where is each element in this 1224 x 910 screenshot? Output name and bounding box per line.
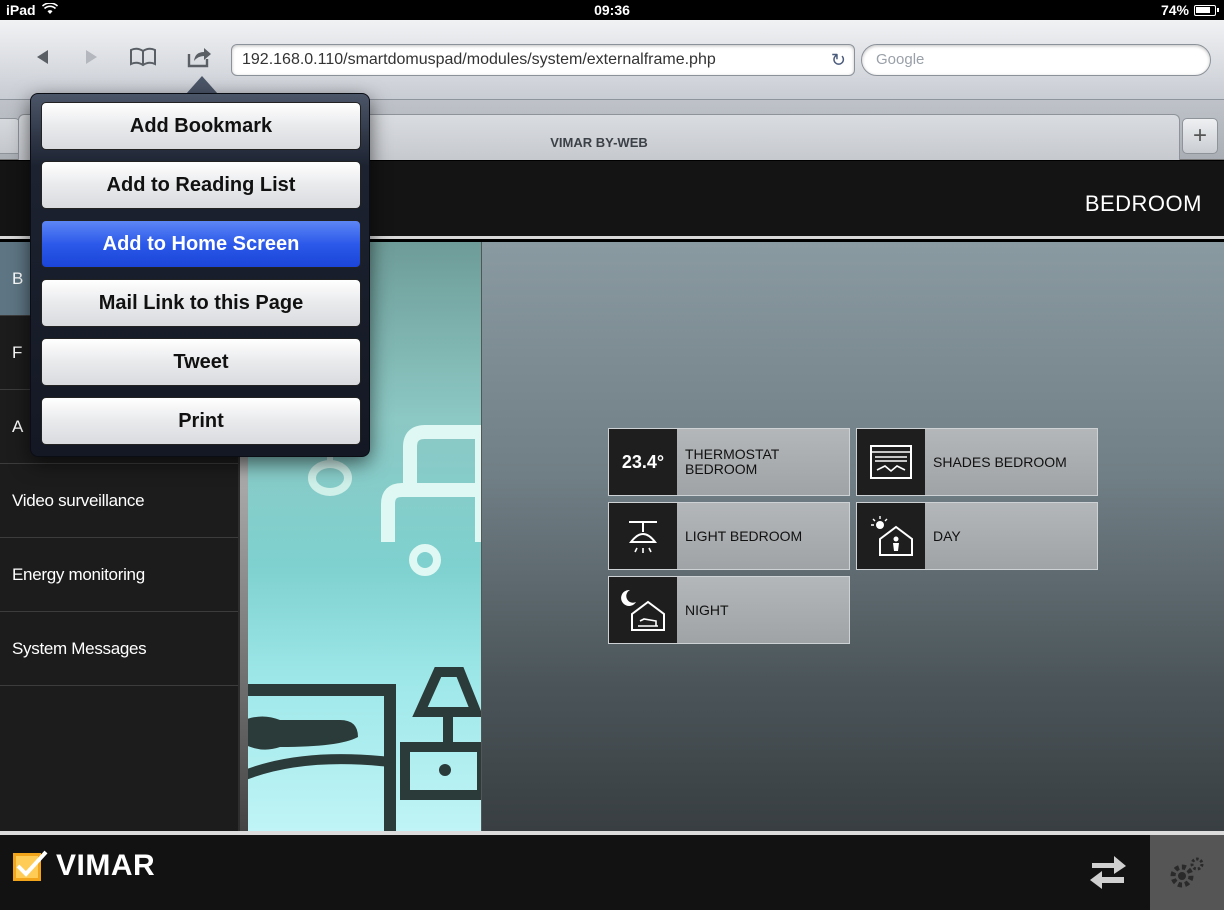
browser-toolbar: 192.168.0.110/smartdomuspad/modules/syst… bbox=[0, 20, 1224, 100]
shades-icon bbox=[857, 429, 925, 495]
sidebar-item-label: A bbox=[12, 416, 24, 436]
shades-tile[interactable]: SHADES BEDROOM bbox=[856, 428, 1098, 496]
tab-title: VIMAR BY-WEB bbox=[550, 135, 648, 150]
bookmarks-icon[interactable] bbox=[128, 42, 158, 72]
thermostat-icon: 23.4° bbox=[609, 429, 677, 495]
new-tab-button[interactable]: + bbox=[1182, 118, 1218, 154]
ceiling-light-icon bbox=[609, 503, 677, 569]
tile-label: NIGHT bbox=[685, 601, 729, 618]
day-tile[interactable]: DAY bbox=[856, 502, 1098, 570]
sidebar-item-energy-monitoring[interactable]: Energy monitoring bbox=[0, 538, 238, 612]
tile-label: SHADES BEDROOM bbox=[933, 453, 1067, 470]
sidebar-item-system-messages[interactable]: System Messages bbox=[0, 612, 238, 686]
tweet-button[interactable]: Tweet bbox=[41, 338, 361, 386]
tile-label: THERMOSTAT BEDROOM bbox=[685, 446, 780, 477]
temperature-value: 23.4° bbox=[621, 451, 665, 472]
reload-icon[interactable]: ↻ bbox=[831, 50, 846, 71]
search-input[interactable]: Google bbox=[861, 44, 1211, 76]
tile-label: LIGHT BEDROOM bbox=[685, 527, 803, 544]
popover-arrow bbox=[186, 76, 218, 94]
night-tile[interactable]: NIGHT bbox=[608, 576, 850, 644]
url-text: 192.168.0.110/smartdomuspad/modules/syst… bbox=[242, 51, 716, 68]
battery-icon bbox=[1194, 4, 1219, 16]
day-scenario-icon bbox=[857, 503, 925, 569]
share-icon[interactable] bbox=[184, 42, 214, 72]
brand-name: VIMAR bbox=[56, 849, 156, 882]
search-placeholder: Google bbox=[876, 51, 925, 68]
sidebar-item-label: F bbox=[12, 342, 23, 362]
swap-arrows-icon[interactable] bbox=[1088, 851, 1128, 891]
clock: 09:36 bbox=[594, 2, 630, 18]
room-content: 23.4° THERMOSTAT BEDROOM SHADES BEDROOM … bbox=[482, 242, 1224, 831]
mail-link-button[interactable]: Mail Link to this Page bbox=[41, 279, 361, 327]
plus-icon: + bbox=[1192, 122, 1207, 149]
sidebar-item-label: B bbox=[12, 268, 24, 288]
sidebar-item-video-surveillance[interactable]: Video surveillance bbox=[0, 464, 238, 538]
print-button[interactable]: Print bbox=[41, 397, 361, 445]
sidebar-item-label: Video surveillance bbox=[12, 490, 145, 510]
url-field[interactable]: 192.168.0.110/smartdomuspad/modules/syst… bbox=[231, 44, 855, 76]
room-title: BEDROOM bbox=[1084, 191, 1202, 216]
vimar-logo-icon bbox=[13, 850, 48, 881]
thermostat-tile[interactable]: 23.4° THERMOSTAT BEDROOM bbox=[608, 428, 850, 496]
app-footer: VIMAR bbox=[0, 831, 1224, 910]
add-bookmark-button[interactable]: Add Bookmark bbox=[41, 102, 361, 150]
sidebar-item-label: System Messages bbox=[12, 638, 147, 658]
brand-logo: VIMAR bbox=[12, 849, 155, 883]
settings-gear-icon[interactable] bbox=[1150, 835, 1224, 910]
status-bar: iPad 09:36 74% bbox=[0, 0, 1224, 20]
night-scenario-icon bbox=[609, 577, 677, 643]
back-icon[interactable] bbox=[28, 42, 58, 72]
add-reading-list-button[interactable]: Add to Reading List bbox=[41, 161, 361, 209]
tab-previous[interactable] bbox=[0, 118, 20, 154]
sidebar-item-label: Energy monitoring bbox=[12, 564, 145, 584]
add-home-screen-button[interactable]: Add to Home Screen bbox=[41, 220, 361, 268]
battery-percent: 74% bbox=[1160, 2, 1189, 18]
light-tile[interactable]: LIGHT BEDROOM bbox=[608, 502, 850, 570]
share-menu-popover: Add Bookmark Add to Reading List Add to … bbox=[30, 93, 370, 457]
forward-icon[interactable] bbox=[76, 42, 106, 72]
tile-label: DAY bbox=[933, 527, 961, 544]
